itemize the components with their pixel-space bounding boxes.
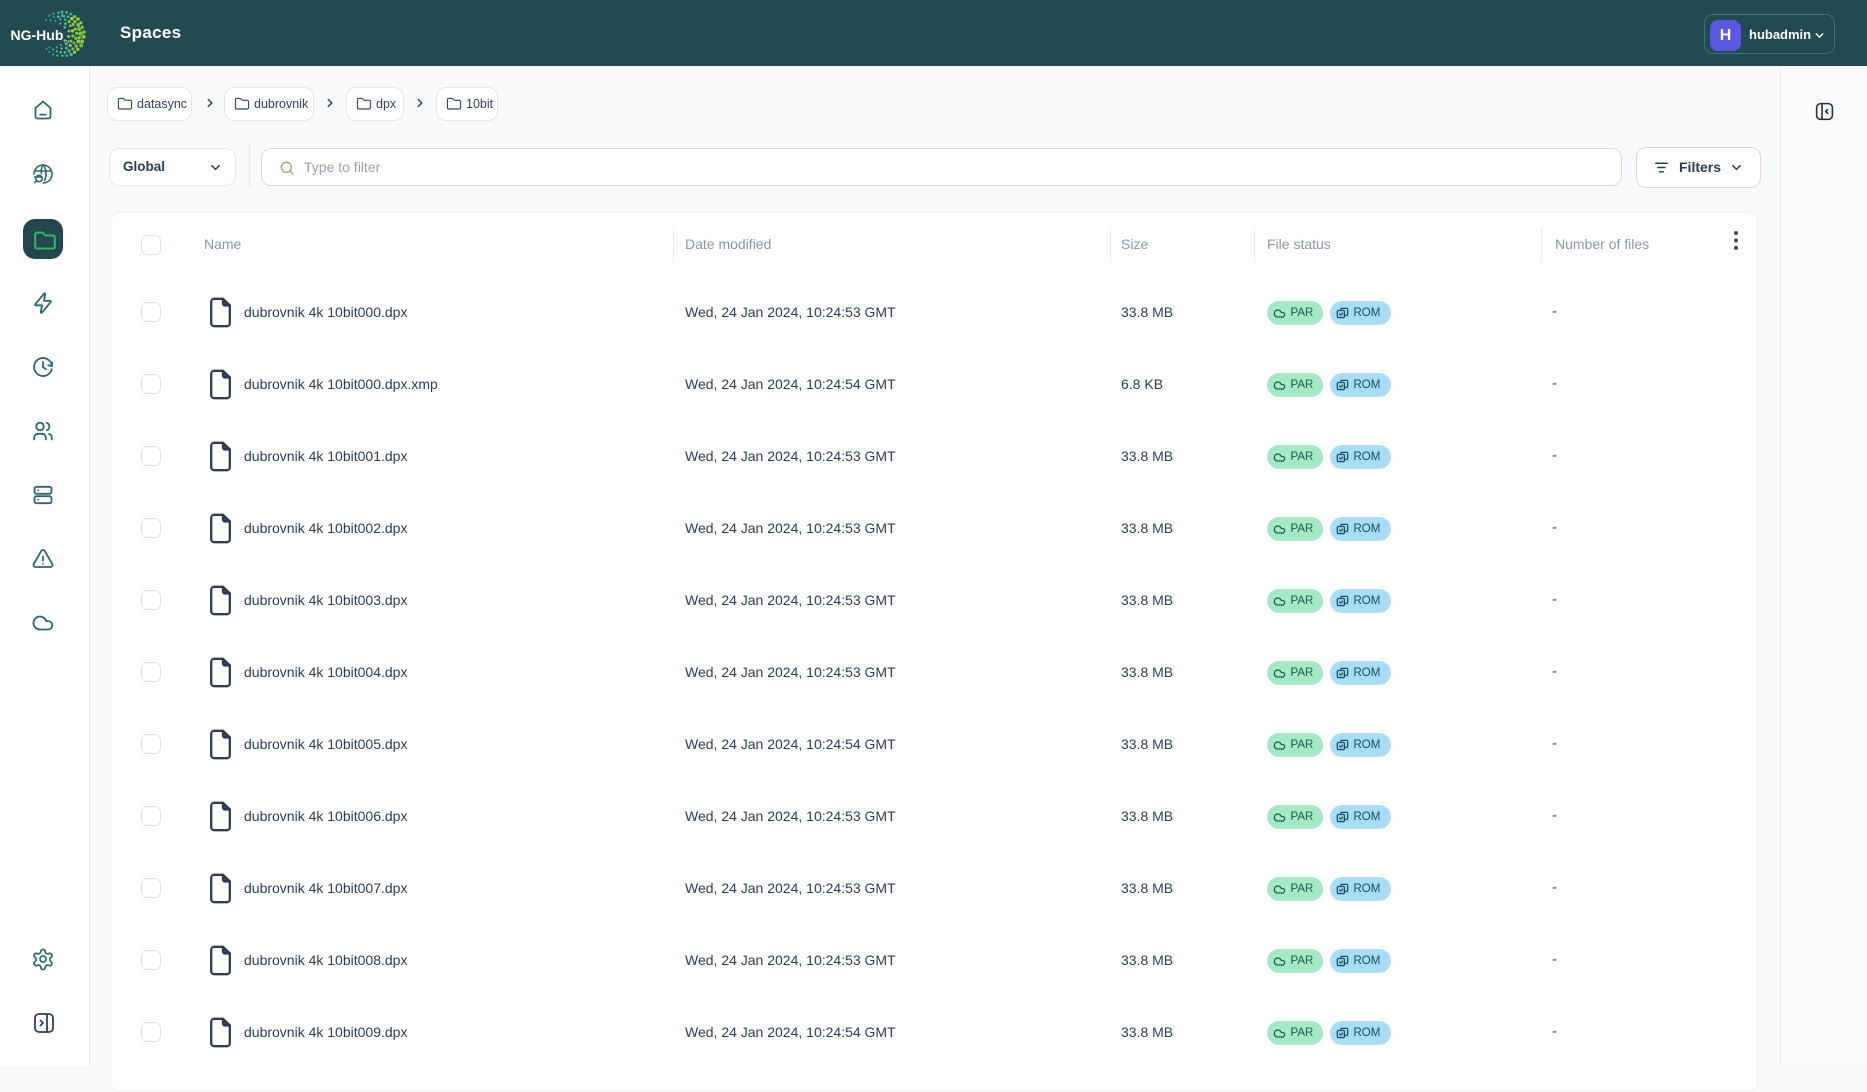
svg-text:TM: TM — [63, 39, 70, 44]
svg-text:NG-Hub: NG-Hub — [11, 27, 64, 43]
